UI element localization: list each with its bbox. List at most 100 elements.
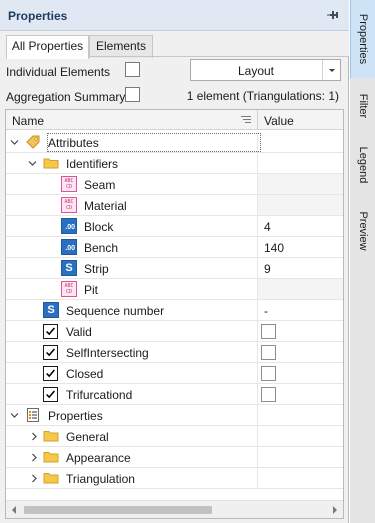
value-divider bbox=[257, 237, 258, 258]
value-checkbox[interactable] bbox=[261, 366, 276, 381]
chevron-right-icon[interactable] bbox=[30, 474, 39, 483]
tree-row-block[interactable]: .00 Block 4 bbox=[6, 216, 343, 237]
tree-row-bench[interactable]: .00 Bench 140 bbox=[6, 237, 343, 258]
tree-row-general[interactable]: General bbox=[6, 426, 343, 447]
aggregation-summary-checkbox[interactable] bbox=[125, 87, 140, 102]
chevron-down-icon[interactable] bbox=[28, 159, 37, 168]
value-divider bbox=[257, 426, 258, 447]
individual-elements-checkbox[interactable] bbox=[125, 62, 140, 77]
row-label: Seam bbox=[84, 178, 116, 192]
panel-title-bar: Properties bbox=[0, 0, 349, 31]
value-divider bbox=[257, 342, 258, 363]
tree-row-strip[interactable]: S Strip 9 bbox=[6, 258, 343, 279]
tag-icon bbox=[26, 135, 40, 149]
row-label: Strip bbox=[84, 262, 109, 276]
value-checkbox[interactable] bbox=[261, 345, 276, 360]
value-divider bbox=[257, 384, 258, 405]
folder-icon bbox=[43, 431, 59, 442]
value-divider bbox=[257, 447, 258, 468]
side-tab-properties[interactable]: Properties bbox=[350, 0, 375, 78]
side-tab-label: Legend bbox=[356, 146, 369, 184]
tab-all-properties[interactable]: All Properties bbox=[6, 35, 89, 59]
checkbox-checked-icon bbox=[43, 324, 58, 339]
value-cell[interactable]: 140 bbox=[264, 241, 284, 255]
sort-icon[interactable] bbox=[241, 116, 251, 125]
chevron-right-icon[interactable] bbox=[30, 432, 39, 441]
checkbox-checked-icon bbox=[43, 345, 58, 360]
row-label: Triangulation bbox=[66, 472, 135, 486]
column-divider[interactable] bbox=[257, 110, 258, 130]
tree-row-pit[interactable]: ABC CD Pit bbox=[6, 279, 343, 300]
side-tab-label: Properties bbox=[357, 13, 369, 65]
property-list-icon bbox=[27, 408, 39, 422]
tab-divider bbox=[89, 56, 349, 57]
row-label: Closed bbox=[66, 367, 104, 381]
aggregation-summary-label: Aggregation Summary bbox=[6, 90, 126, 104]
side-tab-label: Preview bbox=[356, 211, 369, 251]
tree-row-attributes[interactable]: Attributes bbox=[6, 132, 343, 153]
folder-icon bbox=[43, 452, 59, 463]
row-label: Bench bbox=[84, 241, 119, 255]
tree-row-appearance[interactable]: Appearance bbox=[6, 447, 343, 468]
tree-row-valid[interactable]: Valid bbox=[6, 321, 343, 342]
value-divider bbox=[257, 405, 258, 426]
layout-dropdown-button[interactable] bbox=[322, 60, 340, 80]
column-header-value[interactable]: Value bbox=[264, 114, 294, 128]
tree-row-sequence-number[interactable]: S Sequence number - bbox=[6, 300, 343, 321]
value-cell[interactable]: - bbox=[264, 304, 268, 318]
selection-summary: 1 element (Triangulations: 1) bbox=[186, 89, 339, 103]
chevron-down-icon bbox=[329, 69, 335, 72]
side-tab-bar: Properties Filter Legend Preview bbox=[350, 0, 375, 523]
tree-row-triangulation[interactable]: Triangulation bbox=[6, 468, 343, 489]
tree-row-trifurcationd[interactable]: Trifurcationd bbox=[6, 384, 343, 405]
tree-row-selfintersecting[interactable]: SelfIntersecting bbox=[6, 342, 343, 363]
row-label: Pit bbox=[84, 283, 99, 297]
row-label: Sequence number bbox=[66, 304, 165, 318]
tree-row-identifiers[interactable]: Identifiers bbox=[6, 153, 343, 174]
pin-icon[interactable] bbox=[327, 9, 339, 21]
individual-elements-label: Individual Elements bbox=[6, 65, 111, 79]
value-divider bbox=[257, 132, 258, 153]
side-tab-legend[interactable]: Legend bbox=[350, 134, 375, 196]
tree-row-seam[interactable]: ABC CD Seam bbox=[6, 174, 343, 195]
folder-open-icon bbox=[43, 158, 59, 169]
row-label: Material bbox=[84, 199, 127, 213]
side-tab-filter[interactable]: Filter bbox=[350, 80, 375, 132]
tree-row-properties[interactable]: Properties bbox=[6, 405, 343, 426]
folder-icon bbox=[43, 473, 59, 484]
chevron-down-icon[interactable] bbox=[10, 411, 19, 420]
row-label: Valid bbox=[66, 325, 92, 339]
tab-strip: All Properties Elements bbox=[0, 31, 349, 59]
scroll-left-icon[interactable] bbox=[10, 506, 18, 514]
value-checkbox[interactable] bbox=[261, 387, 276, 402]
text-field-icon: ABC CD bbox=[61, 176, 77, 192]
value-checkbox[interactable] bbox=[261, 324, 276, 339]
value-cell[interactable]: 9 bbox=[264, 262, 271, 276]
row-label: General bbox=[66, 430, 109, 444]
row-label: Identifiers bbox=[66, 157, 119, 171]
column-header-name[interactable]: Name bbox=[12, 114, 44, 128]
chevron-right-icon[interactable] bbox=[30, 453, 39, 462]
value-divider bbox=[257, 321, 258, 342]
string-field-icon: S bbox=[43, 302, 59, 318]
chevron-down-icon[interactable] bbox=[10, 138, 19, 147]
value-cell-readonly bbox=[258, 279, 343, 299]
tree-row-material[interactable]: ABC CD Material bbox=[6, 195, 343, 216]
panel-title: Properties bbox=[8, 9, 68, 23]
focus-rectangle bbox=[47, 133, 261, 152]
string-field-icon: S bbox=[61, 260, 77, 276]
row-label: Properties bbox=[48, 409, 103, 423]
value-cell-readonly bbox=[258, 174, 343, 194]
tree-row-closed[interactable]: Closed bbox=[6, 363, 343, 384]
layout-dropdown[interactable]: Layout bbox=[190, 59, 341, 81]
tab-elements[interactable]: Elements bbox=[89, 35, 153, 58]
value-cell[interactable]: 4 bbox=[264, 220, 271, 234]
scroll-right-icon[interactable] bbox=[331, 506, 339, 514]
property-grid: Name Value Attributes Identifiers ABC CD… bbox=[5, 109, 344, 519]
horizontal-scrollbar[interactable] bbox=[6, 500, 343, 518]
scrollbar-thumb[interactable] bbox=[24, 506, 212, 514]
side-tab-preview[interactable]: Preview bbox=[350, 198, 375, 264]
properties-panel: Properties All Properties Elements Indiv… bbox=[0, 0, 349, 523]
row-divider bbox=[6, 488, 343, 489]
layout-dropdown-value: Layout bbox=[237, 64, 275, 78]
